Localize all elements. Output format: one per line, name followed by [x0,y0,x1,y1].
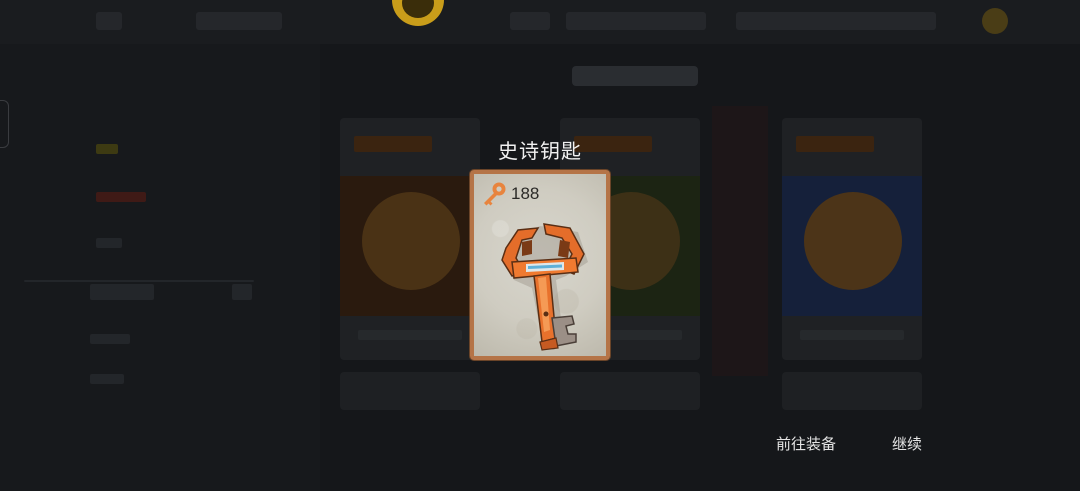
epic-key-icon [501,223,588,351]
sidebar-item [90,284,154,300]
top-nav-item [566,12,706,30]
chest-art [782,176,922,316]
sidebar-item [96,144,118,154]
currency-icon [982,8,1008,34]
chest-open-button [782,372,922,410]
sidebar-item [96,238,122,248]
chest-info [358,330,462,340]
chest-tag [354,136,432,152]
top-nav-item [196,12,282,30]
reward-card: 188 [470,170,610,360]
sidebar-item [90,334,130,344]
reward-count-row: 188 [480,180,539,208]
sidebar-item [96,192,146,202]
sidebar-item [232,284,252,300]
chest-tag [796,136,874,152]
reward-title: 史诗钥匙 [498,139,582,163]
key-icon [484,182,506,206]
decorative-stripe [712,106,768,376]
chest-open-button [560,372,700,410]
section-header [572,66,698,86]
divider [24,280,254,282]
top-nav-item [736,12,936,30]
game-screen: 史诗钥匙 188 前往装备 继续 [0,0,1080,491]
sidebar-item [90,374,124,384]
sidebar [0,44,320,491]
continue-button[interactable]: 继续 [892,432,922,456]
chest-card [782,118,922,360]
top-bar [0,0,1080,44]
chest-art [340,176,480,316]
reward-count: 188 [511,184,540,203]
back-icon [96,12,122,30]
chest-card [340,118,480,360]
chest-open-button [340,372,480,410]
chest-info [800,330,904,340]
top-nav-item [510,12,550,30]
go-to-equip-button[interactable]: 前往装备 [776,432,836,456]
side-drawer-handle [0,100,9,148]
